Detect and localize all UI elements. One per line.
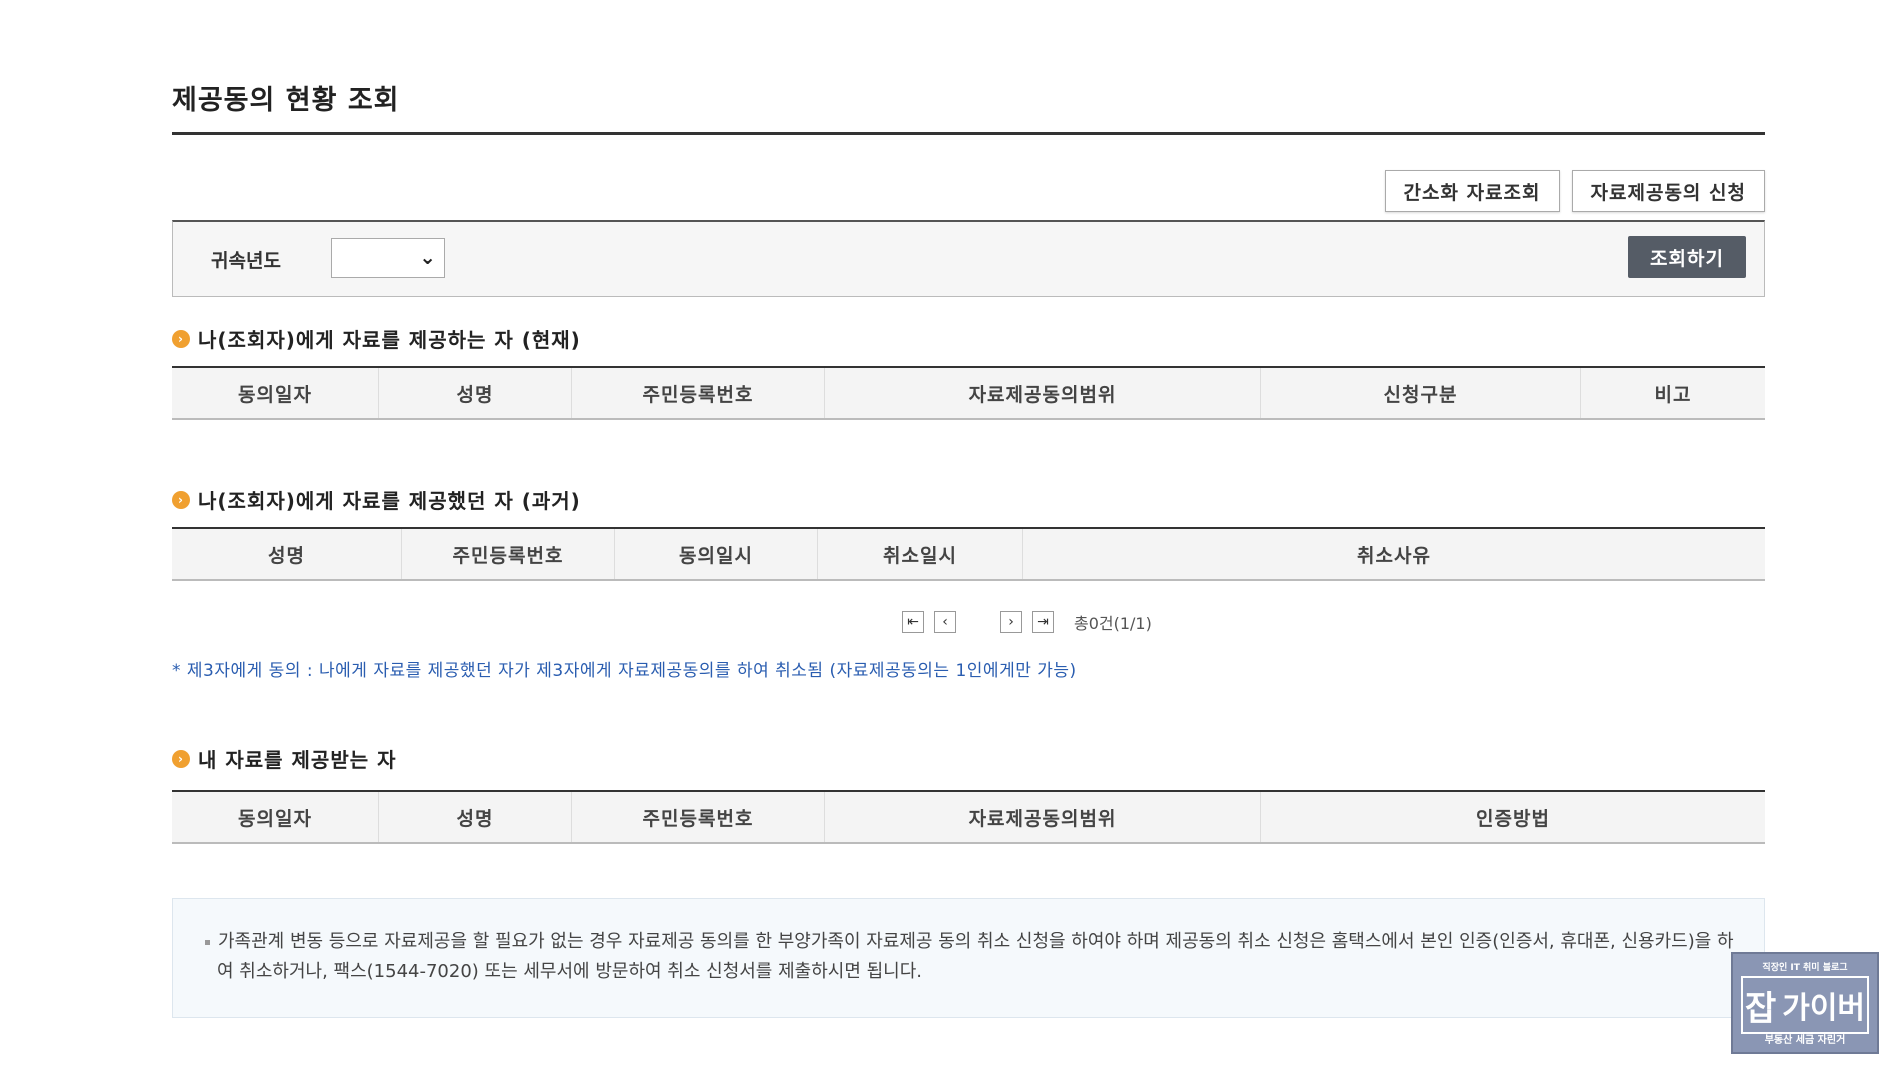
col-consent-datetime: 동의일시 bbox=[615, 529, 818, 579]
col-rrn: 주민등록번호 bbox=[402, 529, 615, 579]
info-text-content: 가족관계 변동 등으로 자료제공을 할 필요가 없는 경우 자료제공 동의를 한… bbox=[217, 931, 1734, 982]
chevron-left-icon[interactable]: ‹ bbox=[934, 611, 956, 633]
col-name: 성명 bbox=[379, 368, 572, 418]
chevron-right-icon[interactable]: › bbox=[1000, 611, 1022, 633]
section-current-title: › 나(조회자)에게 자료를 제공하는 자 (현재) bbox=[172, 324, 581, 353]
section-past-label: 나(조회자)에게 자료를 제공했던 자 (과거) bbox=[198, 489, 581, 513]
logo-bottom-text: 부동산 세금 자린거 bbox=[1764, 1035, 1846, 1046]
simple-lookup-button[interactable]: 간소화 자료조회 bbox=[1384, 170, 1560, 212]
consent-apply-button[interactable]: 자료제공동의 신청 bbox=[1571, 170, 1765, 212]
col-cancel-datetime: 취소일시 bbox=[818, 529, 1023, 579]
col-auth-method: 인증방법 bbox=[1476, 807, 1550, 830]
logo-top-text: 직장인 IT 취미 블로그 bbox=[1762, 963, 1848, 973]
pagination: ⇤ ‹ › ⇥ 총0건(1/1) bbox=[902, 610, 1152, 634]
title-divider bbox=[172, 132, 1765, 135]
section-receivers-label: 내 자료를 제공받는 자 bbox=[198, 748, 397, 772]
info-box: 가족관계 변동 등으로 자료제공을 할 필요가 없는 경우 자료제공 동의를 한… bbox=[172, 898, 1765, 1018]
search-button[interactable]: 조회하기 bbox=[1628, 236, 1746, 278]
past-table-header: 성명 주민등록번호 동의일시 취소일시 취소사유 bbox=[172, 527, 1765, 581]
page-title: 제공동의 현황 조회 bbox=[172, 85, 400, 116]
col-rrn: 주민등록번호 bbox=[572, 792, 825, 842]
info-text: 가족관계 변동 등으로 자료제공을 할 필요가 없는 경우 자료제공 동의를 한… bbox=[205, 927, 1737, 987]
bullet-arrow-icon: › bbox=[172, 329, 190, 348]
col-consent-scope: 자료제공동의범위 bbox=[825, 368, 1261, 418]
bullet-arrow-icon: › bbox=[172, 490, 190, 509]
col-rrn: 주민등록번호 bbox=[572, 368, 825, 418]
year-select[interactable]: ⌄ bbox=[331, 238, 445, 278]
section-current-label: 나(조회자)에게 자료를 제공하는 자 (현재) bbox=[198, 328, 581, 352]
section-receivers-title: › 내 자료를 제공받는 자 bbox=[172, 744, 397, 773]
col-name: 성명 bbox=[172, 529, 402, 579]
current-table-header: 동의일자 성명 주민등록번호 자료제공동의범위 신청구분 비고 bbox=[172, 366, 1765, 420]
logo-main-2: 가이버 bbox=[1782, 991, 1866, 1026]
arrow-first-icon[interactable]: ⇤ bbox=[902, 611, 924, 633]
col-consent-scope: 자료제공동의범위 bbox=[825, 792, 1261, 842]
logo-main-1: 잡 bbox=[1744, 988, 1777, 1029]
col-cancel-reason: 취소사유 bbox=[1357, 544, 1431, 567]
bullet-dot-icon bbox=[205, 939, 210, 945]
col-consent-date: 동의일자 bbox=[172, 368, 379, 418]
search-box: 귀속년도 ⌄ 조회하기 bbox=[172, 220, 1765, 297]
col-remarks: 비고 bbox=[1654, 383, 1692, 406]
third-party-note: * 제3자에게 동의 : 나에게 자료를 제공했던 자가 제3자에게 자료제공동… bbox=[172, 661, 1077, 681]
blog-logo: 직장인 IT 취미 블로그 잡 가이버 부동산 세금 자린거 bbox=[1731, 952, 1879, 1054]
logo-main: 잡 가이버 bbox=[1741, 976, 1869, 1034]
col-name: 성명 bbox=[379, 792, 572, 842]
section-past-title: › 나(조회자)에게 자료를 제공했던 자 (과거) bbox=[172, 485, 581, 514]
col-request-type: 신청구분 bbox=[1261, 368, 1581, 418]
arrow-last-icon[interactable]: ⇥ bbox=[1032, 611, 1054, 633]
receivers-table-header: 동의일자 성명 주민등록번호 자료제공동의범위 인증방법 bbox=[172, 790, 1765, 844]
bullet-arrow-icon: › bbox=[172, 749, 190, 768]
top-button-group: 간소화 자료조회 자료제공동의 신청 bbox=[1384, 170, 1765, 212]
chevron-down-icon: ⌄ bbox=[419, 245, 436, 269]
year-label: 귀속년도 bbox=[211, 250, 281, 272]
pager-total: 총0건(1/1) bbox=[1074, 614, 1152, 633]
col-consent-date: 동의일자 bbox=[172, 792, 379, 842]
